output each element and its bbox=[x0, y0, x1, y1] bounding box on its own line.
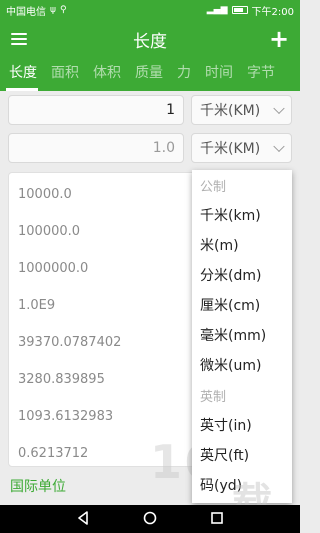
system-nav-bar bbox=[0, 505, 300, 533]
tab-byte[interactable]: 字节 bbox=[240, 58, 282, 91]
hamburger-menu-icon bbox=[11, 33, 27, 45]
result-value: 100000.0 bbox=[18, 224, 81, 239]
result-value: 10000.0 bbox=[18, 187, 72, 202]
dropdown-section-header: 英制 bbox=[200, 389, 227, 405]
dropdown-item-in[interactable]: 英寸(in) bbox=[192, 410, 292, 440]
result-value: 1.0E9 bbox=[18, 298, 56, 313]
tab-length[interactable]: 长度 bbox=[0, 58, 44, 91]
status-bar: 中国电信 ψ ⚲ ▂▄▆ 下午2:00 bbox=[0, 0, 300, 20]
input-value-field[interactable]: 1 bbox=[8, 95, 184, 125]
plus-icon: + bbox=[268, 25, 290, 53]
page-title: 长度 bbox=[133, 31, 167, 52]
recents-button[interactable] bbox=[210, 510, 224, 529]
input-unit-select[interactable]: 千米(KM) bbox=[191, 95, 292, 125]
dropdown-section-header: 公制 bbox=[200, 179, 227, 195]
output-value-field: 1.0 bbox=[8, 133, 184, 163]
carrier-label: 中国电信 bbox=[6, 6, 46, 18]
result-value: 1000000.0 bbox=[18, 261, 89, 276]
dropdown-item-km[interactable]: 千米(km) bbox=[192, 200, 292, 230]
dropdown-item-mm[interactable]: 毫米(mm) bbox=[192, 320, 292, 350]
back-triangle-icon bbox=[78, 510, 89, 525]
input-unit-label: 千米(KM) bbox=[200, 103, 261, 119]
unit-dropdown-menu: 公制 千米(km) 米(m) 分米(dm) 厘米(cm) 毫米(mm) 微米(u… bbox=[192, 170, 292, 503]
home-circle-icon bbox=[143, 511, 157, 524]
output-unit-select[interactable]: 千米(KM) bbox=[191, 133, 292, 163]
back-button[interactable] bbox=[76, 510, 90, 529]
chevron-down-icon bbox=[273, 140, 285, 153]
output-unit-label: 千米(KM) bbox=[200, 141, 261, 157]
usb-icon: ⚲ bbox=[59, 4, 67, 15]
category-tabs: 长度 面积 体积 质量 力 时间 字节 bbox=[0, 58, 300, 91]
tab-volume[interactable]: 体积 bbox=[86, 58, 128, 91]
tab-time[interactable]: 时间 bbox=[198, 58, 240, 91]
dropdown-item-um[interactable]: 微米(um) bbox=[192, 350, 292, 380]
menu-button[interactable] bbox=[0, 20, 38, 58]
clock-label: 下午2:00 bbox=[251, 6, 294, 18]
dropdown-item-ft[interactable]: 英尺(ft) bbox=[192, 440, 292, 470]
tab-mass[interactable]: 质量 bbox=[128, 58, 170, 91]
result-value: 0.6213712 bbox=[18, 446, 89, 461]
cell-signal-icon: ▂▄▆ bbox=[206, 4, 228, 15]
result-value: 3280.839895 bbox=[18, 372, 105, 387]
dropdown-item-cm[interactable]: 厘米(cm) bbox=[192, 290, 292, 320]
home-button[interactable] bbox=[143, 510, 157, 529]
tab-force[interactable]: 力 bbox=[170, 58, 198, 91]
result-value: 39370.0787402 bbox=[18, 335, 122, 350]
dropdown-item-yd[interactable]: 码(yd) bbox=[192, 470, 292, 500]
dropdown-item-dm[interactable]: 分米(dm) bbox=[192, 260, 292, 290]
recents-square-icon bbox=[210, 511, 223, 524]
app-bar: 长度 + bbox=[0, 20, 300, 58]
tab-area[interactable]: 面积 bbox=[44, 58, 86, 91]
result-value: 1093.6132983 bbox=[18, 409, 114, 424]
chevron-down-icon bbox=[273, 102, 285, 115]
signal-indicator-icon: ψ bbox=[50, 4, 56, 15]
international-unit-link[interactable]: 国际单位 bbox=[10, 476, 66, 496]
battery-icon bbox=[231, 6, 248, 14]
add-button[interactable]: + bbox=[266, 26, 292, 52]
dropdown-item-m[interactable]: 米(m) bbox=[192, 230, 292, 260]
